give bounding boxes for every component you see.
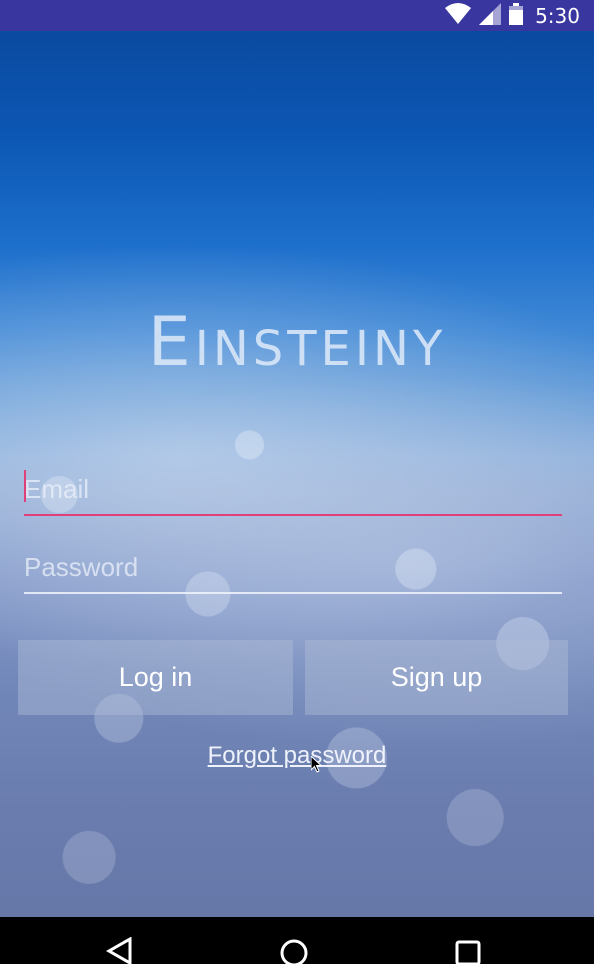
back-icon[interactable] xyxy=(105,936,132,964)
password-underline xyxy=(24,592,562,594)
email-underline xyxy=(24,514,562,516)
status-bar: 5:30 xyxy=(0,0,594,31)
password-field-container xyxy=(24,544,562,594)
login-button[interactable]: Log in xyxy=(18,640,293,715)
wifi-icon xyxy=(445,2,472,29)
status-time: 5:30 xyxy=(535,3,580,28)
signal-icon xyxy=(479,2,502,29)
login-screen: 5:30 Einsteiny Log in Sign up Forgot pas… xyxy=(0,0,594,964)
battery-icon xyxy=(509,2,524,29)
text-cursor xyxy=(24,470,26,502)
navigation-bar xyxy=(0,917,594,964)
app-logo: Einsteiny xyxy=(147,303,447,382)
status-icons: 5:30 xyxy=(445,0,580,31)
forgot-password-label[interactable]: Forgot password xyxy=(208,742,387,769)
home-icon[interactable] xyxy=(279,937,309,964)
password-field[interactable] xyxy=(24,544,562,590)
mouse-pointer-icon xyxy=(310,754,323,778)
email-field-container xyxy=(24,466,562,516)
recents-icon[interactable] xyxy=(455,937,481,964)
email-field[interactable] xyxy=(24,466,562,512)
signup-button[interactable]: Sign up xyxy=(305,640,568,715)
forgot-password-link[interactable]: Forgot password xyxy=(0,742,594,770)
